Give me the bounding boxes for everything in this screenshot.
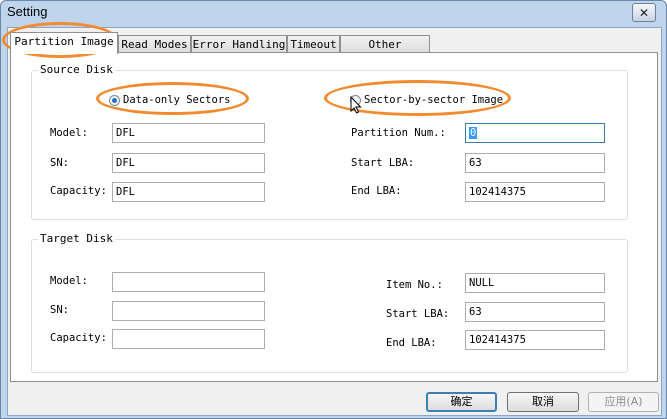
target-end-lba-field[interactable]: 102414375 xyxy=(465,330,605,350)
source-end-lba-label: End LBA: xyxy=(351,185,402,197)
tab-error-handling[interactable]: Error Handling xyxy=(191,35,287,53)
source-model-field[interactable]: DFL xyxy=(112,123,265,143)
ok-button[interactable]: 确定 xyxy=(426,392,497,412)
apply-button[interactable]: 应用(A) xyxy=(588,392,659,412)
radio-data-only-label: Data-only Sectors xyxy=(123,94,231,106)
tab-read-modes[interactable]: Read Modes xyxy=(118,35,191,53)
target-disk-title: Target Disk xyxy=(38,232,115,245)
source-disk-group: Source Disk Data-only Sectors Sector-by-… xyxy=(31,63,628,220)
target-model-label: Model: xyxy=(50,275,88,287)
dialog-client: Partition Image Read Modes Error Handlin… xyxy=(7,27,662,416)
partition-num-value: 0 xyxy=(469,127,478,139)
close-icon: ✕ xyxy=(638,5,650,20)
setting-window: Setting ✕ Partition Image Read Modes Err… xyxy=(0,0,667,419)
target-sn-field[interactable] xyxy=(112,301,265,321)
item-no-field[interactable]: NULL xyxy=(465,273,605,293)
target-model-field[interactable] xyxy=(112,272,265,292)
source-disk-title: Source Disk xyxy=(38,63,115,76)
source-capacity-field[interactable]: DFL xyxy=(112,182,265,202)
tab-partition-image[interactable]: Partition Image xyxy=(10,32,118,54)
title-bar[interactable]: Setting ✕ xyxy=(1,1,666,25)
target-capacity-label: Capacity: xyxy=(50,332,107,344)
radio-sector-by-sector[interactable]: Sector-by-sector Image xyxy=(350,94,503,106)
source-model-label: Model: xyxy=(50,127,88,139)
source-end-lba-field[interactable]: 102414375 xyxy=(465,182,605,202)
radio-sector-label: Sector-by-sector Image xyxy=(364,94,504,106)
tab-timeout[interactable]: Timeout xyxy=(287,35,340,53)
target-start-lba-label: Start LBA: xyxy=(386,308,450,320)
source-sn-label: SN: xyxy=(50,157,69,169)
window-title: Setting xyxy=(7,4,48,19)
target-disk-group: Target Disk Model: SN: Capacity: Item No… xyxy=(31,232,628,373)
item-no-label: Item No.: xyxy=(386,279,443,291)
cancel-button[interactable]: 取消 xyxy=(507,392,579,412)
target-end-lba-label: End LBA: xyxy=(386,337,437,349)
partition-image-panel: Source Disk Data-only Sectors Sector-by-… xyxy=(10,52,658,382)
partition-num-field[interactable]: 0 xyxy=(465,123,605,143)
source-start-lba-field[interactable]: 63 xyxy=(465,153,605,173)
radio-checked-icon xyxy=(109,94,120,106)
tab-other-settings[interactable]: Other Settings xyxy=(340,35,430,69)
source-capacity-label: Capacity: xyxy=(50,185,107,197)
source-sn-field[interactable]: DFL xyxy=(112,153,265,173)
radio-data-only-sectors[interactable]: Data-only Sectors xyxy=(109,94,230,106)
target-sn-label: SN: xyxy=(50,304,69,316)
target-start-lba-field[interactable]: 63 xyxy=(465,302,605,322)
source-start-lba-label: Start LBA: xyxy=(351,157,415,169)
close-button[interactable]: ✕ xyxy=(632,3,656,22)
partition-num-label: Partition Num.: xyxy=(351,127,446,139)
mouse-cursor-icon xyxy=(350,96,362,114)
target-capacity-field[interactable] xyxy=(112,329,265,349)
